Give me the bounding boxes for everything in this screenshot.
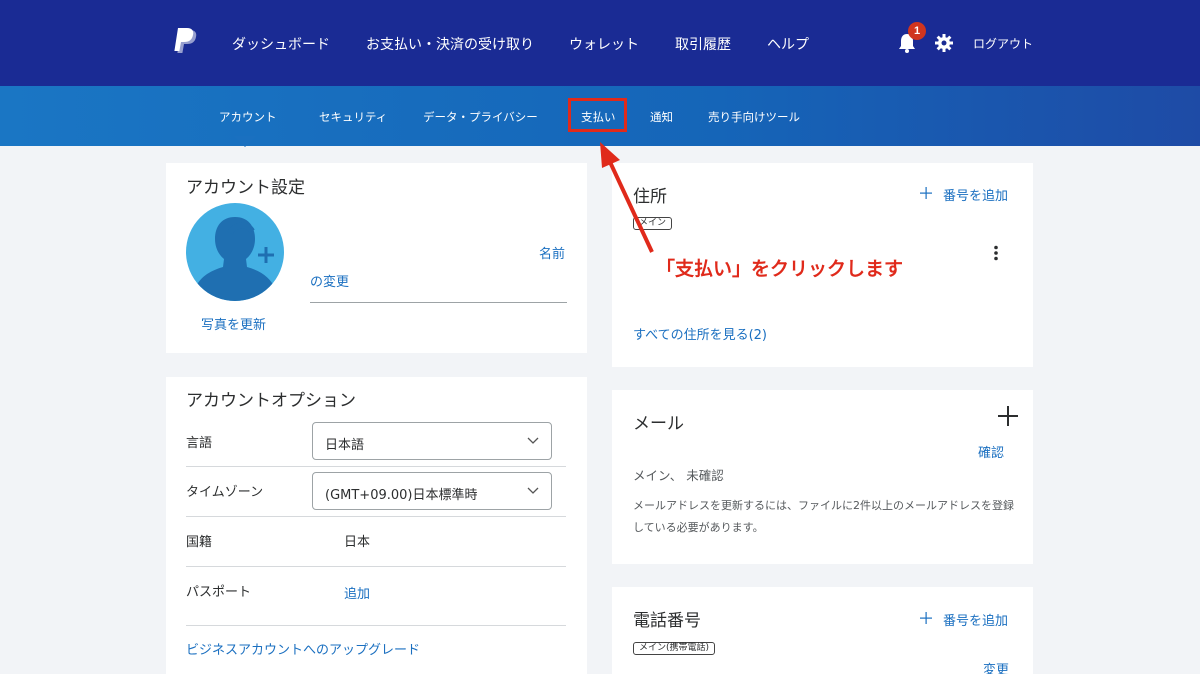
row-divider: [186, 566, 566, 567]
timezone-select[interactable]: (GMT+09.00)日本標準時: [312, 472, 552, 510]
more-vertical-icon[interactable]: [993, 245, 999, 261]
row-divider: [186, 625, 566, 626]
email-note: メールアドレスを更新するには、ファイルに2件以上のメールアドレスを登録している必…: [633, 499, 1014, 534]
chevron-down-icon: [527, 437, 539, 444]
change-name-link-cont[interactable]: の変更: [310, 271, 349, 290]
phone-add-link[interactable]: 番号を追加: [943, 610, 1008, 629]
notification-badge: 1: [908, 22, 926, 40]
subnav-seller-tools[interactable]: 売り手向けツール: [708, 109, 800, 125]
subnav-data-privacy[interactable]: データ・プライバシー: [423, 109, 538, 125]
nationality-value: 日本: [344, 535, 371, 550]
account-options-title: アカウントオプション: [186, 391, 356, 411]
active-tab-caret: [234, 136, 256, 147]
annotation-text: 「支払い」をクリックします: [656, 258, 904, 280]
annotation-arrow-icon: [600, 142, 654, 253]
passport-add-link[interactable]: 追加: [344, 583, 370, 602]
top-navigation-bar: ダッシュボード お支払い・決済の受け取り ウォレット 取引履歴 ヘルプ 1 ログ…: [0, 0, 1200, 86]
account-options-card: アカウントオプション 言語 日本語 タイムゾーン (GMT+09.00)日本標準…: [166, 377, 587, 674]
change-name-link[interactable]: 名前: [539, 243, 565, 262]
subnav-notifications[interactable]: 通知: [650, 109, 673, 125]
plus-icon[interactable]: [920, 612, 932, 624]
plus-icon: [258, 247, 274, 263]
chevron-down-icon: [527, 487, 539, 494]
nav-help[interactable]: ヘルプ: [767, 34, 809, 54]
annotation-highlight-box: [568, 98, 627, 132]
nationality-label: 国籍: [186, 535, 213, 550]
plus-icon[interactable]: [998, 406, 1018, 426]
nav-payments[interactable]: お支払い・決済の受け取り: [366, 34, 534, 54]
language-label: 言語: [186, 436, 213, 451]
email-confirm-link[interactable]: 確認: [978, 442, 1004, 461]
row-divider: [186, 466, 566, 467]
phone-title: 電話番号: [633, 611, 701, 631]
nav-dashboard[interactable]: ダッシュボード: [232, 34, 330, 54]
gear-icon[interactable]: [935, 34, 953, 52]
avatar[interactable]: [186, 203, 284, 301]
upgrade-business-link[interactable]: ビジネスアカウントへのアップグレード: [186, 639, 420, 658]
subnav-account[interactable]: アカウント: [219, 109, 277, 125]
email-title: メール: [633, 414, 684, 434]
phone-change-link[interactable]: 変更: [983, 659, 1009, 674]
name-underline: [310, 302, 567, 303]
timezone-value: (GMT+09.00)日本標準時: [325, 488, 478, 503]
paypal-logo-icon[interactable]: [174, 28, 198, 56]
view-all-addresses-link[interactable]: すべての住所を見る(2): [633, 324, 767, 343]
subnav-security[interactable]: セキュリティ: [319, 109, 387, 125]
update-photo-link[interactable]: 写真を更新: [201, 314, 266, 333]
phone-card: 電話番号 番号を追加 メイン(携帯電話) 変更: [612, 587, 1033, 674]
address-add-link[interactable]: 番号を追加: [943, 185, 1008, 204]
email-status: メイン、 未確認: [633, 468, 724, 483]
account-settings-title: アカウント設定: [186, 178, 305, 198]
logout-link[interactable]: ログアウト: [973, 35, 1033, 52]
language-select[interactable]: 日本語: [312, 422, 552, 460]
main-mobile-tag: メイン(携帯電話): [633, 642, 716, 655]
email-card: メール 確認 メイン、 未確認 メールアドレスを更新するには、ファイルに2件以上…: [612, 390, 1033, 564]
nav-activity[interactable]: 取引履歴: [675, 34, 731, 54]
passport-label: パスポート: [186, 585, 252, 600]
nav-wallet[interactable]: ウォレット: [569, 34, 639, 54]
row-divider: [186, 516, 566, 517]
plus-icon[interactable]: [920, 187, 932, 199]
timezone-label: タイムゾーン: [186, 485, 264, 500]
account-settings-card: アカウント設定 写真を更新 名前 の変更: [166, 163, 587, 353]
language-value: 日本語: [325, 438, 365, 453]
